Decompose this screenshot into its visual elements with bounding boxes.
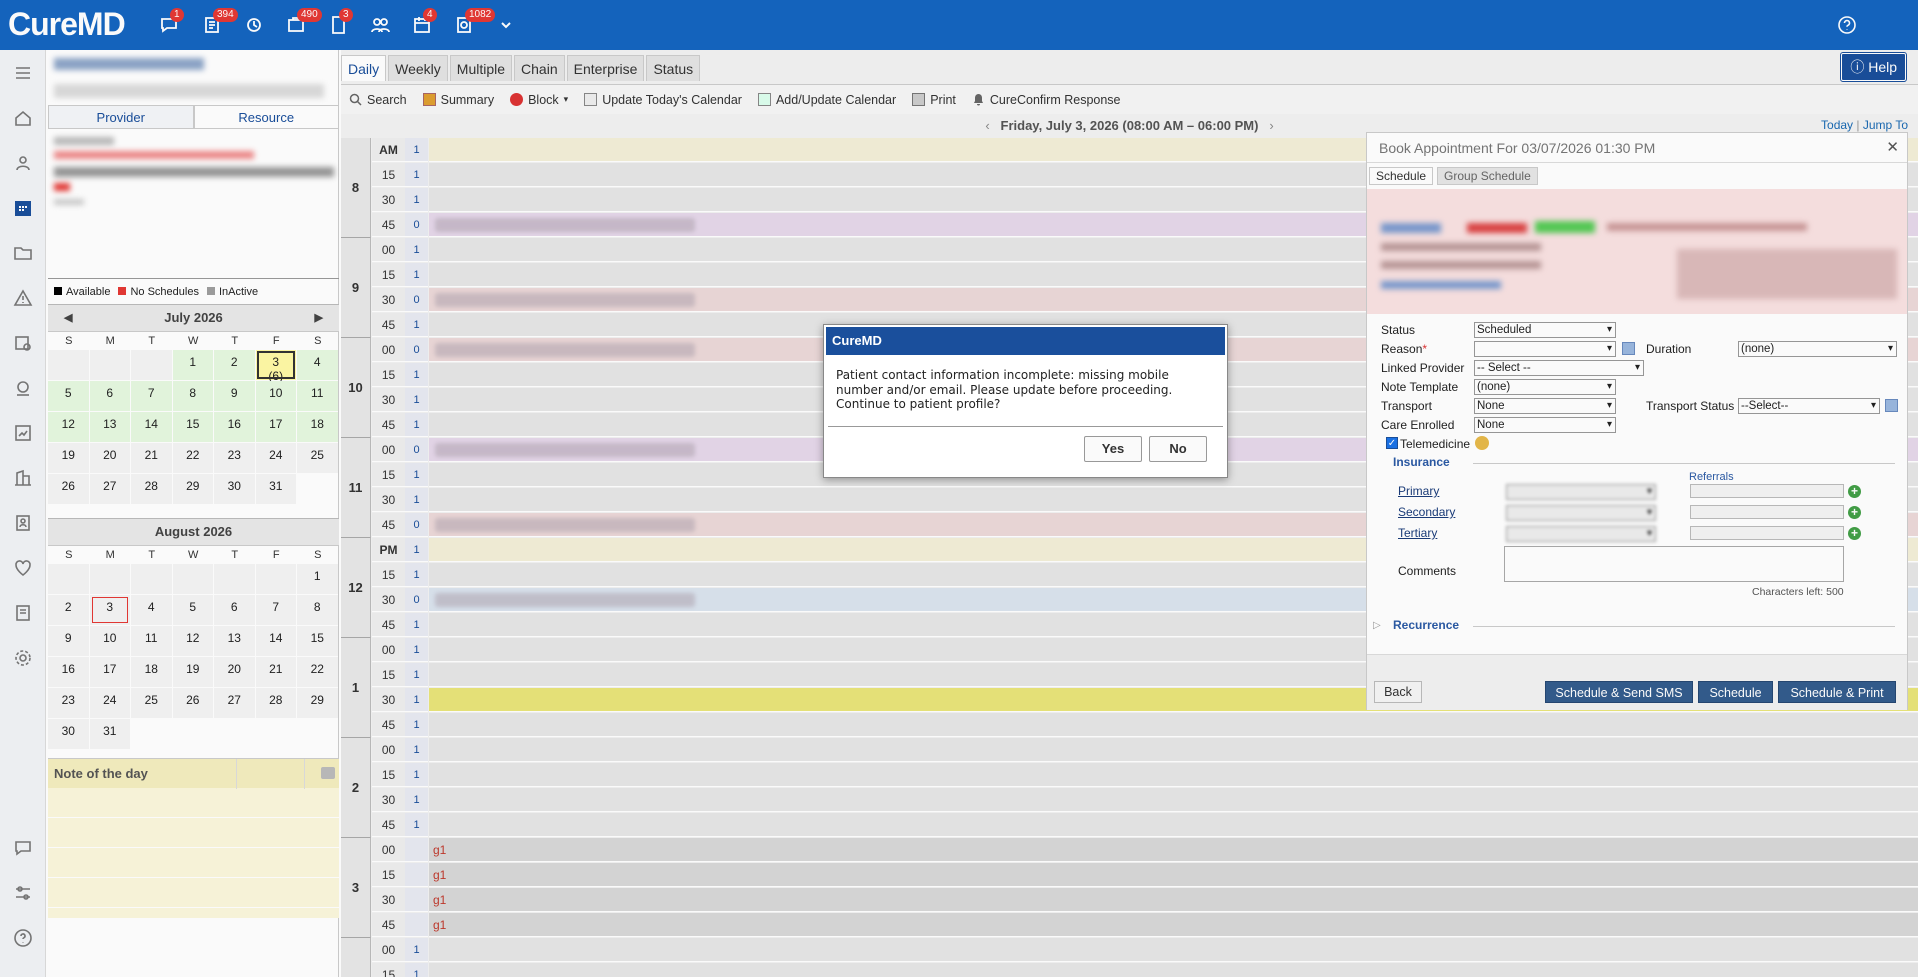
modal-overlay xyxy=(0,0,1918,977)
confirm-dialog: CureMD Patient contact information incom… xyxy=(823,324,1228,478)
dialog-title: CureMD xyxy=(826,327,1225,355)
no-button[interactable]: No xyxy=(1149,436,1207,462)
dialog-message: Patient contact information incomplete: … xyxy=(836,368,1173,411)
yes-button[interactable]: Yes xyxy=(1084,436,1142,462)
